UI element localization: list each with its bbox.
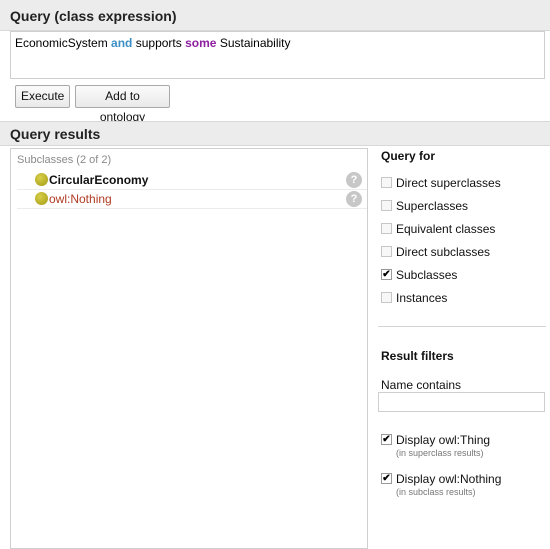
results-section-header: Query results xyxy=(0,121,550,146)
results-section-title: Query results xyxy=(10,126,101,142)
option-label: Display owl:Nothing xyxy=(396,472,502,486)
result-row-owl-nothing[interactable]: owl:Nothing ? xyxy=(17,189,367,209)
checkbox[interactable] xyxy=(381,292,392,303)
query-expression-editor[interactable]: EconomicSystem and supports some Sustain… xyxy=(10,31,545,79)
option-label: Direct subclasses xyxy=(396,245,491,259)
class-icon xyxy=(35,173,48,186)
result-filters-title: Result filters xyxy=(381,349,454,363)
option-sublabel: (in subclass results) xyxy=(396,487,476,497)
checkbox[interactable] xyxy=(381,223,392,234)
expr-property: supports xyxy=(135,36,182,50)
results-caption: Subclasses (2 of 2) xyxy=(17,154,112,166)
expr-filler: Sustainability xyxy=(219,36,291,50)
checkbox[interactable] xyxy=(381,200,392,211)
checkbox-checked[interactable]: ✔ xyxy=(381,473,392,484)
class-icon xyxy=(35,192,48,205)
result-label: owl:Nothing xyxy=(49,192,112,206)
option-label: Superclasses xyxy=(396,199,469,213)
option-label: Instances xyxy=(396,291,448,305)
add-to-ontology-button[interactable]: Add to ontology xyxy=(75,85,170,124)
checkbox[interactable] xyxy=(381,246,392,257)
checkbox-checked[interactable]: ✔ xyxy=(381,434,392,445)
checkbox[interactable] xyxy=(381,177,392,188)
option-sublabel: (in superclass results) xyxy=(396,448,484,458)
expr-keyword-and: and xyxy=(111,36,133,50)
query-section-header: Query (class expression) xyxy=(0,0,550,31)
option-label: Equivalent classes xyxy=(396,222,496,236)
name-contains-input[interactable] xyxy=(378,392,545,412)
name-contains-label: Name contains xyxy=(381,378,462,392)
divider xyxy=(378,326,546,327)
execute-button[interactable]: Execute xyxy=(15,85,70,108)
help-icon[interactable]: ? xyxy=(346,191,362,207)
result-label: CircularEconomy xyxy=(49,173,149,187)
result-row-circular-economy[interactable]: CircularEconomy ? xyxy=(17,170,367,190)
option-label: Display owl:Thing xyxy=(396,433,491,447)
query-for-title: Query for xyxy=(381,149,436,163)
expr-keyword-some: some xyxy=(185,36,217,50)
query-section-title: Query (class expression) xyxy=(10,8,177,24)
checkbox-checked[interactable]: ✔ xyxy=(381,269,392,280)
help-icon[interactable]: ? xyxy=(346,172,362,188)
option-label: Direct superclasses xyxy=(396,176,501,190)
expr-class: EconomicSystem xyxy=(15,36,108,50)
option-label: Subclasses xyxy=(396,268,458,282)
